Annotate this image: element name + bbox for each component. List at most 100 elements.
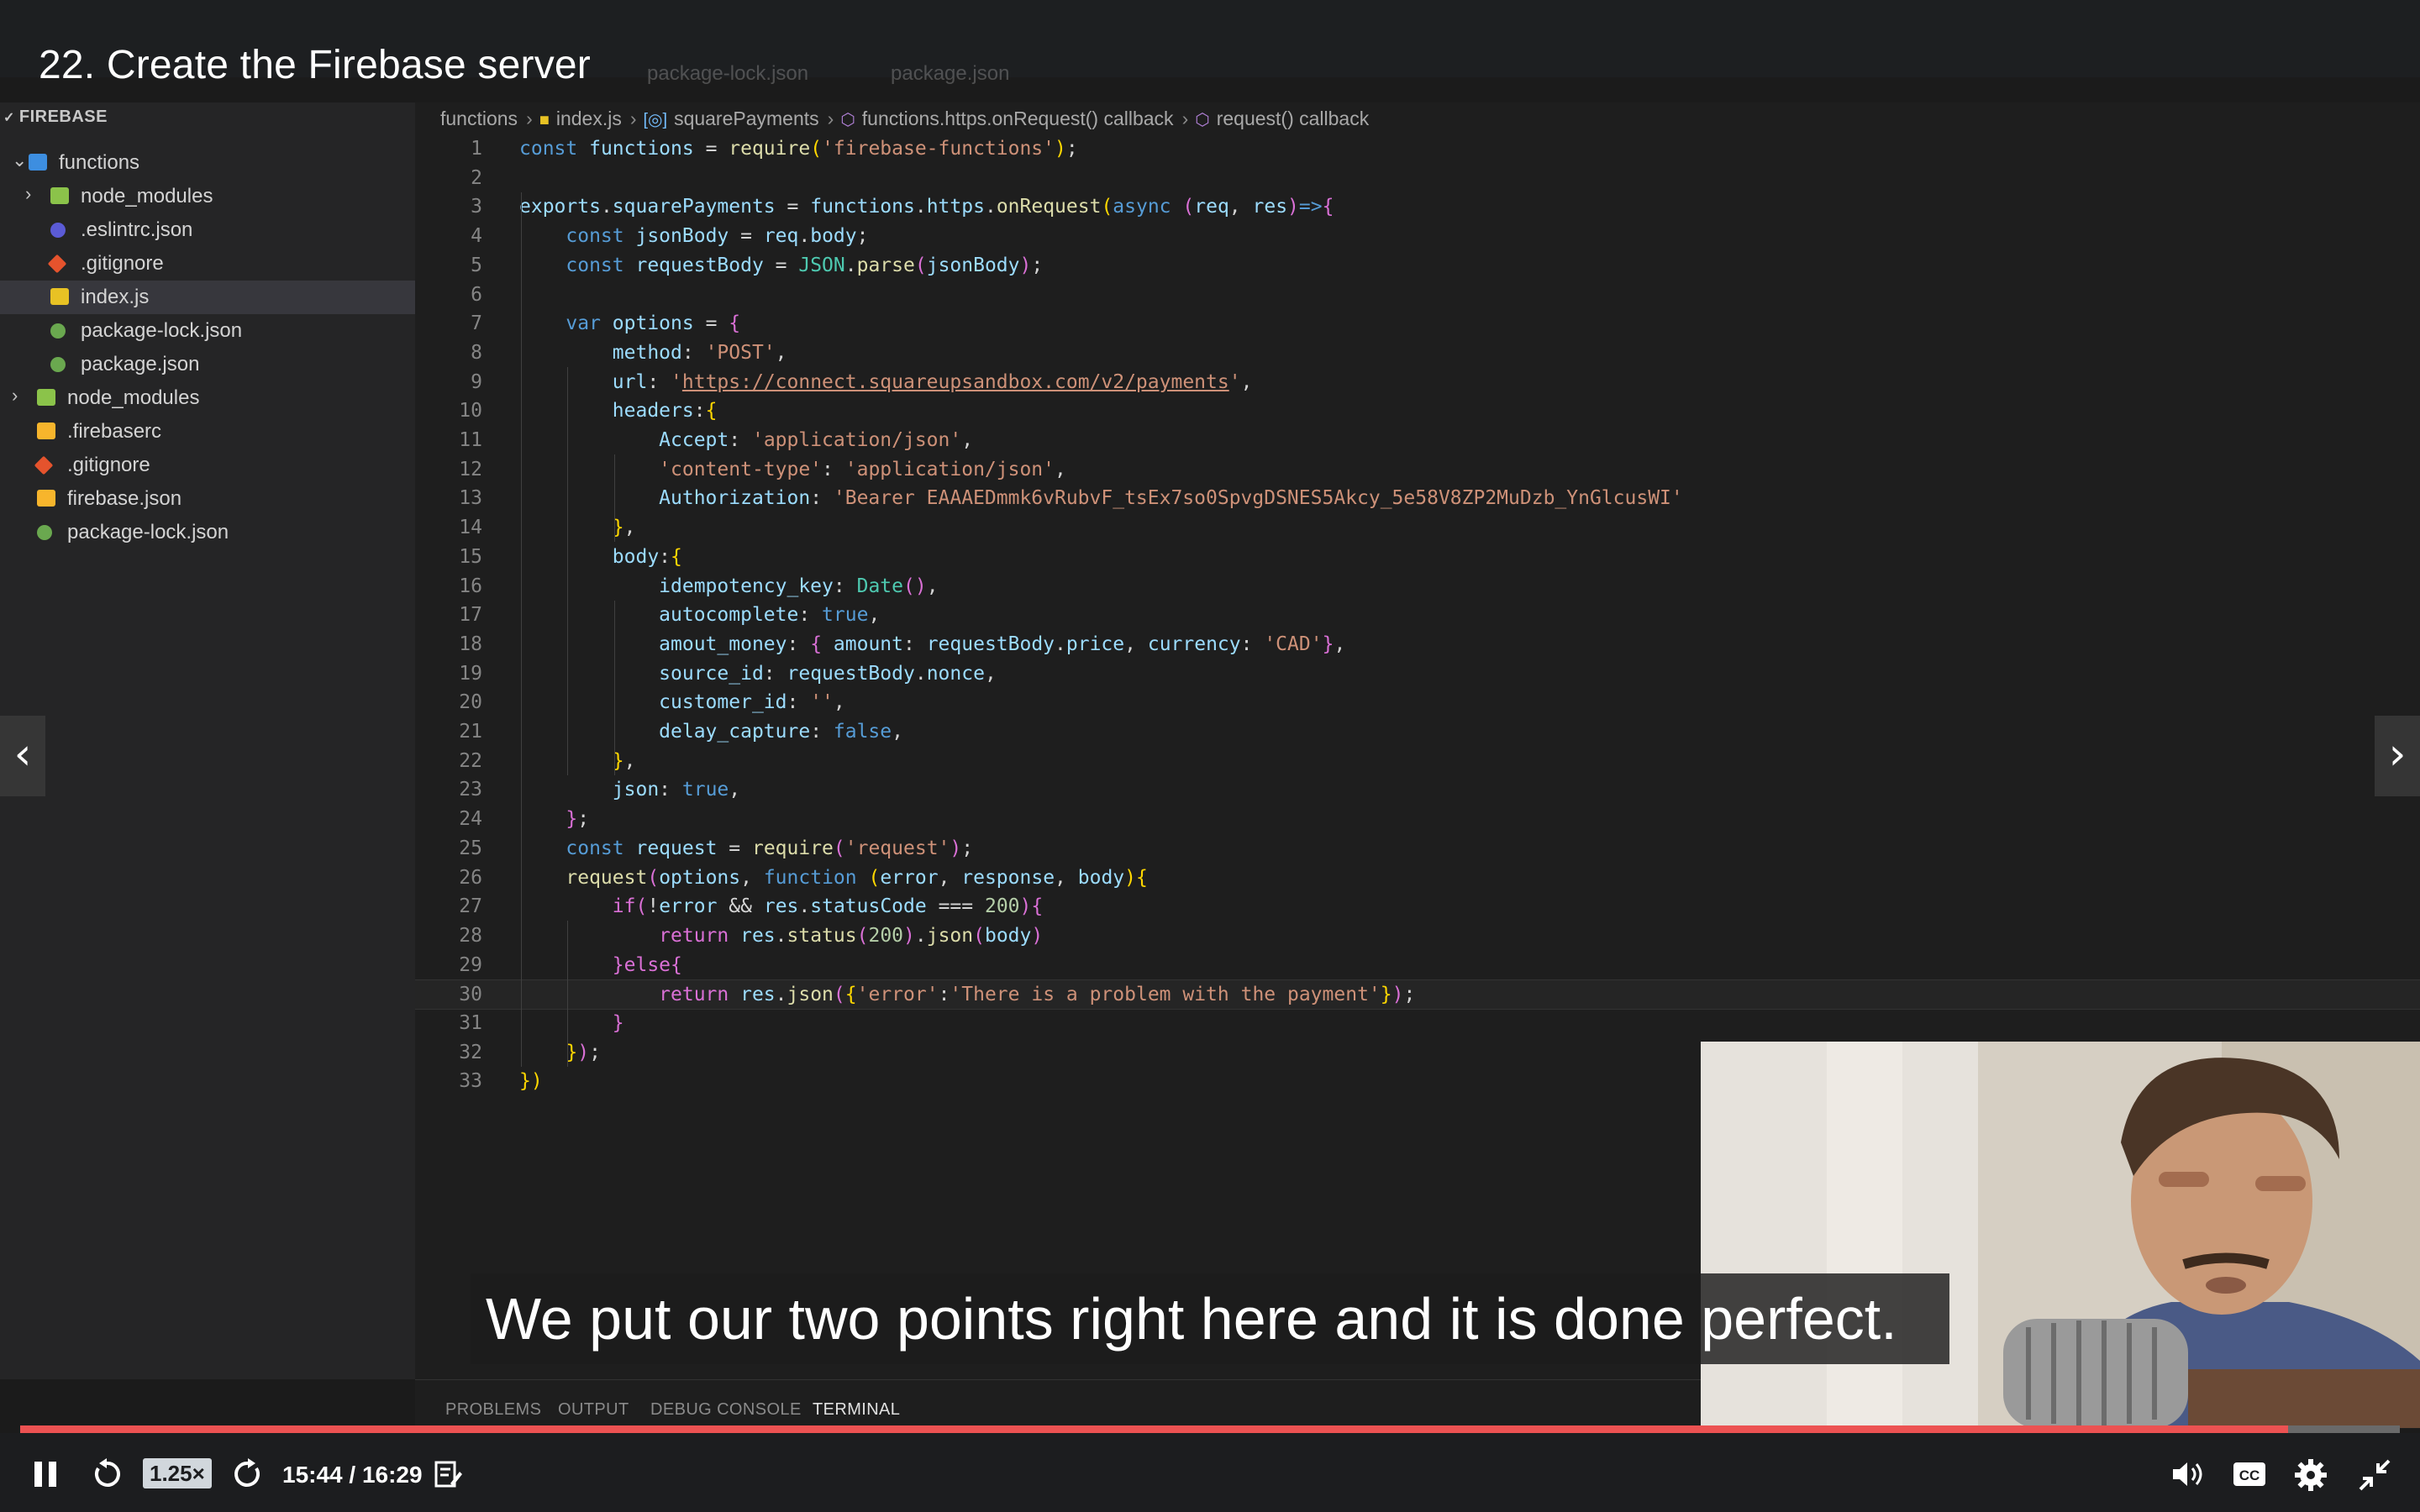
code-line[interactable]: 21 delay_capture: false,	[415, 717, 2420, 746]
code-line[interactable]: 10 headers:{	[415, 396, 2420, 425]
pause-icon[interactable]	[32, 1460, 59, 1488]
explorer-item[interactable]: › node_modules	[0, 180, 415, 213]
code-line[interactable]: 6	[415, 281, 2420, 309]
line-number: 17	[459, 604, 482, 626]
forward-icon[interactable]	[232, 1458, 264, 1490]
code-line[interactable]: 20 customer_id: '',	[415, 688, 2420, 717]
code-text: const request = require('request');	[566, 837, 974, 859]
player-controls: 1.25× 15:44 / 16:29 CC	[0, 1433, 2420, 1512]
code-text: body:{	[612, 546, 682, 568]
code-line[interactable]: 3 exports.squarePayments = functions.http…	[415, 192, 2420, 221]
code-line[interactable]: 19 source_id: requestBody.nonce,	[415, 659, 2420, 688]
code-line[interactable]: 5 const requestBody = JSON.parse(jsonBod…	[415, 251, 2420, 280]
code-line[interactable]: 17 autocomplete: true,	[415, 601, 2420, 629]
explorer-item[interactable]: ⌄ functions	[0, 146, 415, 180]
tab-output[interactable]: OUTPUT	[558, 1400, 629, 1420]
code-text: autocomplete: true,	[659, 604, 881, 626]
code-line[interactable]: 2	[415, 164, 2420, 192]
code-line[interactable]: 14 },	[415, 513, 2420, 542]
code-line[interactable]: 29 }else{	[415, 951, 2420, 979]
progress-bar[interactable]	[20, 1425, 2400, 1433]
firebase-icon	[37, 490, 55, 507]
volume-icon[interactable]	[2171, 1460, 2207, 1488]
indent-guide	[614, 601, 615, 775]
indent-guide	[567, 921, 568, 1067]
explorer-item[interactable]: .eslintrc.json	[0, 213, 415, 247]
breadcrumb-item[interactable]: index.js	[556, 108, 622, 129]
line-number: 5	[471, 255, 482, 276]
explorer-item[interactable]: package-lock.json	[0, 314, 415, 348]
code-line[interactable]: 13 Authorization: 'Bearer EAAAEDmmk6vRub…	[415, 484, 2420, 512]
line-number: 33	[459, 1070, 482, 1092]
line-number: 4	[471, 225, 482, 247]
settings-icon[interactable]	[2294, 1458, 2328, 1492]
breadcrumb-item[interactable]: request() callback	[1217, 108, 1370, 129]
explorer-item[interactable]: index.js	[0, 281, 415, 314]
chevron-right-icon[interactable]: ›	[25, 183, 31, 205]
code-text: json: true,	[612, 779, 741, 801]
code-text: url: 'https://connect.squareupsandbox.co…	[612, 371, 1253, 393]
code-text: headers:{	[612, 400, 718, 422]
code-line[interactable]: 16 idempotency_key: Date(),	[415, 572, 2420, 601]
captions-icon[interactable]: CC	[2232, 1460, 2267, 1488]
code-line[interactable]: 4 const jsonBody = req.body;	[415, 222, 2420, 250]
explorer-item-label: .eslintrc.json	[81, 218, 193, 241]
code-line[interactable]: 23 json: true,	[415, 775, 2420, 804]
code-line[interactable]: 24 };	[415, 805, 2420, 833]
code-text: Authorization: 'Bearer EAAAEDmmk6vRubvF_…	[659, 487, 1683, 509]
explorer-item[interactable]: package.json	[0, 348, 415, 381]
line-number: 9	[471, 371, 482, 393]
playback-speed-button[interactable]: 1.25×	[143, 1458, 212, 1488]
line-number: 19	[459, 663, 482, 685]
tab-problems[interactable]: PROBLEMS	[445, 1400, 541, 1420]
code-line[interactable]: 12 'content-type': 'application/json',	[415, 455, 2420, 484]
code-line[interactable]: 30 return res.json({'error':'There is a …	[415, 979, 2420, 1010]
code-line[interactable]: 27 if(!error && res.statusCode === 200){	[415, 892, 2420, 921]
code-text: return res.status(200).json(body)	[659, 925, 1044, 947]
notes-icon[interactable]	[434, 1460, 462, 1488]
explorer-item[interactable]: › node_modules	[0, 381, 415, 415]
chevron-down-icon[interactable]: ⌄	[12, 150, 27, 171]
rewind-icon[interactable]	[91, 1458, 123, 1490]
indent-guide	[567, 367, 568, 775]
code-line[interactable]: 31 }	[415, 1009, 2420, 1037]
line-number: 31	[459, 1012, 482, 1034]
breadcrumb-item[interactable]: functions	[440, 108, 518, 129]
breadcrumb-separator-icon: ›	[827, 108, 834, 129]
explorer-item[interactable]: package-lock.json	[0, 516, 415, 549]
video-stage: package-lock.json package.json 22. Creat…	[0, 0, 2420, 1512]
code-line[interactable]: 28 return res.status(200).json(body)	[415, 921, 2420, 950]
code-line[interactable]: 7 var options = {	[415, 309, 2420, 338]
code-line[interactable]: 25 const request = require('request');	[415, 834, 2420, 863]
breadcrumb-item[interactable]: squarePayments	[674, 108, 819, 129]
code-line[interactable]: 11 Accept: 'application/json',	[415, 426, 2420, 454]
prev-lecture-icon[interactable]: ‹	[0, 716, 45, 796]
line-number: 7	[471, 312, 482, 334]
code-line[interactable]: 22 },	[415, 747, 2420, 775]
code-line[interactable]: 8 method: 'POST',	[415, 339, 2420, 367]
next-lecture-icon[interactable]: ›	[2375, 716, 2420, 796]
tab-debug-console[interactable]: DEBUG CONSOLE	[650, 1400, 802, 1420]
explorer-item[interactable]: .firebaserc	[0, 415, 415, 449]
code-line[interactable]: 15 body:{	[415, 543, 2420, 571]
chevron-right-icon[interactable]: ›	[12, 385, 18, 407]
lecture-title: 22. Create the Firebase server	[39, 43, 591, 87]
explorer-item[interactable]: firebase.json	[0, 482, 415, 516]
javascript-icon	[50, 288, 69, 305]
code-text: }else{	[612, 954, 682, 976]
breadcrumb-item[interactable]: functions.https.onRequest() callback	[862, 108, 1174, 129]
code-line[interactable]: 1 const functions = require('firebase-fun…	[415, 134, 2420, 163]
explorer-item[interactable]: .gitignore	[0, 449, 415, 482]
code-text: request(options, function (error, respon…	[566, 867, 1148, 889]
line-number: 13	[459, 487, 482, 509]
code-line[interactable]: 18 amout_money: { amount: requestBody.pr…	[415, 630, 2420, 659]
line-number: 27	[459, 895, 482, 917]
explorer-item[interactable]: .gitignore	[0, 247, 415, 281]
code-text: customer_id: '',	[659, 691, 845, 713]
tab-terminal[interactable]: TERMINAL	[813, 1400, 900, 1420]
code-line[interactable]: 9 url: 'https://connect.squareupsandbox.…	[415, 368, 2420, 396]
line-number: 1	[471, 138, 482, 160]
exit-fullscreen-icon[interactable]	[2358, 1458, 2391, 1492]
code-line[interactable]: 26 request(options, function (error, res…	[415, 864, 2420, 892]
time-display: 15:44 / 16:29	[282, 1462, 423, 1488]
